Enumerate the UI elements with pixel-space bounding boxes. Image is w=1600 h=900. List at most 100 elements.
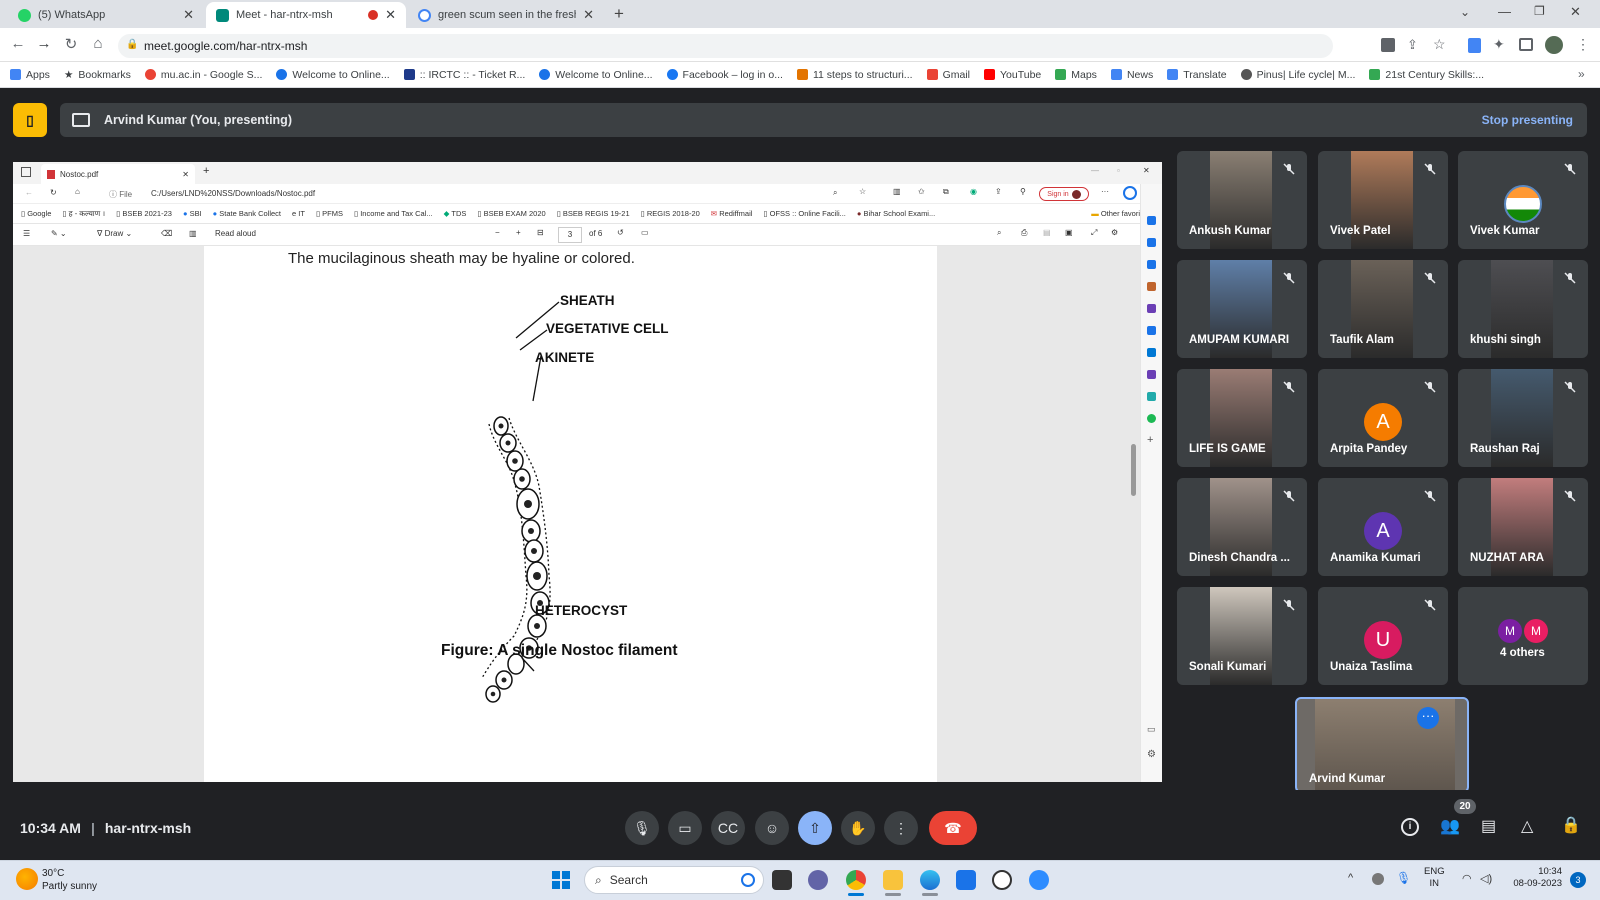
fav-item[interactable]: ▯ Income and Tax Cal... [354,209,433,218]
pdf-scrollbar[interactable] [1131,444,1136,496]
back-icon[interactable]: ← [25,188,33,197]
address-bar[interactable]: 🔒 meet.google.com/har-ntrx-msh [118,34,1333,58]
fav-item[interactable]: ● SBI [183,209,202,218]
people-icon[interactable] [1147,304,1156,313]
fav-item[interactable]: ▯ PFMS [316,209,343,218]
fit-icon[interactable]: ⊟ [537,228,544,237]
weather-icon[interactable] [16,868,38,890]
notification-badge[interactable]: 3 [1570,872,1586,888]
minimize-icon[interactable]: — [1091,166,1099,175]
link-icon[interactable]: ⚲ [1020,187,1026,196]
new-tab-icon[interactable]: + [614,4,624,24]
bookmark-translate[interactable]: Translate [1167,69,1227,81]
self-tile[interactable]: ··· Arvind Kumar [1295,697,1469,793]
bookmark-item[interactable]: Facebook – log in o... [666,69,783,81]
leave-call-button[interactable]: ☎ [929,811,977,845]
tray-app-icon[interactable] [1372,873,1384,885]
signin-button[interactable]: Sign in [1039,187,1089,201]
tab-meet[interactable]: Meet - har-ntrx-msh ✕ [206,2,406,28]
bookmark-youtube[interactable]: YouTube [983,69,1041,81]
designer-icon[interactable] [1147,370,1156,379]
highlight-icon[interactable]: ✎ ⌄ [51,229,67,238]
camera-button[interactable]: ▭ [668,811,702,845]
participant-tile[interactable]: khushi singh [1458,260,1588,358]
reading-icon[interactable]: ▥ [893,187,901,196]
bookmark-item[interactable]: 11 steps to structuri... [796,69,913,81]
sidebar-toggle-icon[interactable]: ▭ [1147,724,1156,735]
new-tab-icon[interactable]: + [203,165,209,177]
tag-icon[interactable] [1147,260,1156,269]
zoom-app-icon[interactable] [1029,870,1049,890]
fav-item[interactable]: e IT [292,209,305,218]
share-icon[interactable]: ⇪ [995,187,1002,196]
search-icon[interactable] [1147,238,1156,247]
forward-icon[interactable]: → [34,35,54,52]
activities-icon[interactable]: △ [1521,816,1533,836]
save-as-icon[interactable]: ▣ [1065,228,1073,237]
meet-activity-icon[interactable]: ▯ [13,103,47,137]
participant-tile[interactable]: Vivek Kumar [1458,151,1588,249]
zoom-out-icon[interactable]: − [495,228,500,237]
sidepanel-icon[interactable] [1519,38,1533,51]
file-explorer-icon[interactable] [883,870,903,890]
bing-icon[interactable] [1123,186,1137,200]
fav-item[interactable]: ▯ BSEB EXAM 2020 [477,209,545,218]
chrome-icon[interactable] [846,870,866,890]
spotify-icon[interactable] [1147,414,1156,423]
present-button[interactable]: ⇧ [798,811,832,845]
erase-icon[interactable]: ⌫ [161,229,172,238]
star-icon[interactable]: ☆ [1433,36,1446,53]
participant-tile[interactable]: Taufik Alam [1318,260,1448,358]
bookmark-item[interactable]: Welcome to Online... [276,69,390,81]
outlook-icon[interactable] [1147,348,1156,357]
fav-item[interactable]: ● State Bank Collect [213,209,281,218]
bookmark-gmail[interactable]: Gmail [926,69,970,81]
read-aloud-button[interactable]: Read aloud [215,229,256,238]
page-view-icon[interactable]: ▥ [189,229,197,238]
bookmark-item[interactable]: 21st Century Skills:... [1369,69,1484,81]
back-icon[interactable]: ← [8,35,28,52]
reload-icon[interactable]: ↻ [50,188,57,197]
puzzle-icon[interactable]: ✦ [1493,36,1505,53]
task-view-icon[interactable] [772,870,792,890]
fav-item[interactable]: ▯ REGIS 2018-20 [641,209,700,218]
bookmark-news[interactable]: News [1110,69,1153,81]
bookmark-apps[interactable]: Apps [10,69,50,81]
bookmark-item[interactable]: mu.ac.in - Google S... [144,69,262,81]
tray-mic-icon[interactable]: 🎙 [1396,871,1411,885]
stop-presenting-button[interactable]: Stop presenting [1482,113,1573,127]
print-icon[interactable]: ⎙ [1021,228,1027,238]
star-icon[interactable]: ☆ [859,187,866,196]
language-indicator[interactable]: ENG IN [1424,866,1445,890]
close-icon[interactable]: ✕ [182,170,189,179]
mic-button[interactable]: 🎙 [625,811,659,845]
participant-tile[interactable]: Dinesh Chandra ... [1177,478,1307,576]
rotate-icon[interactable]: ↺ [617,228,624,237]
close-window-icon[interactable]: ✕ [1570,4,1581,20]
participant-tile[interactable]: Sonali Kumari [1177,587,1307,685]
tab-actions-icon[interactable] [21,167,31,177]
windows-start-icon[interactable] [552,871,570,889]
participant-tile[interactable]: A Anamika Kumari [1318,478,1448,576]
extension-doc-icon[interactable] [1468,38,1481,53]
page-number-input[interactable]: 3 [558,227,582,243]
tab-search-icon[interactable]: ⌄ [1460,5,1470,19]
settings-icon[interactable]: ⚙ [1111,228,1118,237]
fav-item[interactable]: ▯ BSEB REGIS 19-21 [557,209,630,218]
fav-item[interactable]: ✉ Rediffmail [711,209,753,218]
reload-icon[interactable]: ↻ [61,35,81,53]
fav-item[interactable]: ▯ ह - कल्याण । [62,209,105,219]
bookmark-maps[interactable]: Maps [1055,69,1097,81]
home-icon[interactable]: ⌂ [88,35,108,52]
teams-icon[interactable] [808,870,828,890]
tray-chevron-icon[interactable]: ^ [1348,872,1353,884]
fav-item[interactable]: ● Bihar School Exami... [857,209,935,218]
people-icon[interactable]: 👥 [1440,816,1460,836]
fullscreen-icon[interactable]: ⤢ [1091,228,1097,238]
tab-search[interactable]: green scum seen in the freshwat ✕ [408,2,604,28]
close-window-icon[interactable]: ✕ [1143,166,1150,175]
edge-path[interactable]: C:/Users/LND%20NSS/Downloads/Nostoc.pdf [151,189,315,198]
close-icon[interactable]: ✕ [183,7,194,23]
send-icon[interactable] [1147,392,1156,401]
bookmark-item[interactable]: Pinus| Life cycle| M... [1240,69,1355,81]
